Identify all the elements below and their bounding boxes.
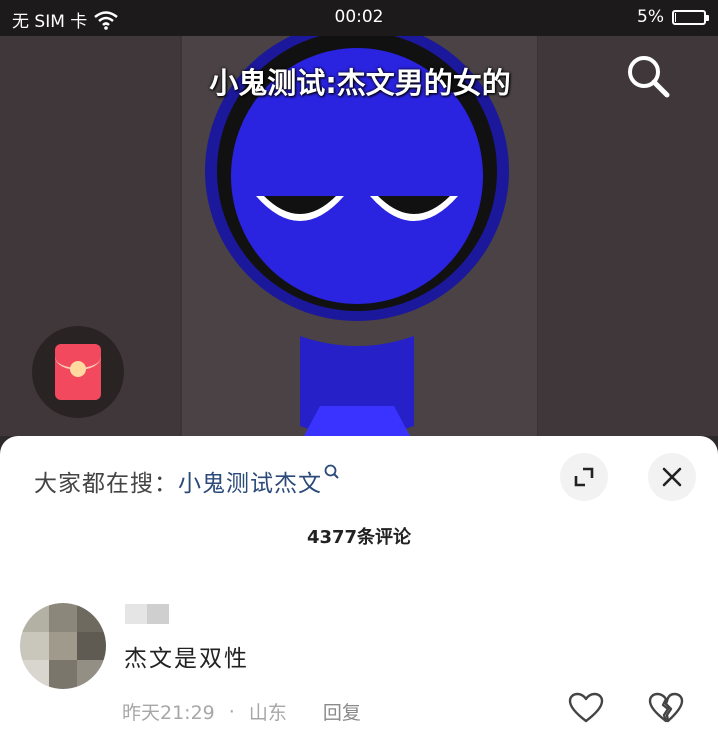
reply-button[interactable]: 回复 — [323, 698, 361, 725]
close-button[interactable] — [648, 453, 696, 501]
expand-icon — [574, 467, 594, 487]
comment-meta: 昨天21:29 · 山东 回复 — [122, 698, 361, 725]
username-blurred[interactable] — [125, 604, 169, 624]
expand-button[interactable] — [560, 453, 608, 501]
red-packet-button[interactable] — [32, 326, 124, 418]
trending-prefix: 大家都在搜： — [34, 471, 178, 497]
status-bar: 无 SIM 卡 00:02 5% — [0, 0, 718, 36]
comment-text: 杰文是双性 — [124, 646, 249, 672]
comment-count: 4377条评论 — [306, 527, 412, 548]
status-right: 5% — [637, 7, 709, 27]
meta-separator: · — [228, 700, 235, 723]
battery-icon — [672, 9, 709, 25]
battery-fill — [675, 12, 676, 22]
red-packet-icon — [55, 344, 101, 400]
battery-percent: 5% — [637, 7, 664, 27]
search-icon[interactable] — [624, 52, 672, 100]
comments-sheet: 大家都在搜：小鬼测试杰文 4377条评论 杰文是双性 昨天21:29 · 山东 … — [0, 436, 718, 750]
trending-term-link[interactable]: 小鬼测试杰文 — [178, 471, 322, 497]
video-player[interactable]: 小鬼测试:杰文男的女的 — [0, 36, 718, 436]
status-time: 00:02 — [334, 7, 384, 27]
search-icon — [324, 464, 339, 479]
broken-heart-icon[interactable] — [648, 692, 684, 724]
video-title-overlay: 小鬼测试:杰文男的女的 — [209, 66, 511, 100]
close-icon — [662, 467, 682, 487]
comment-location: 山东 — [248, 702, 287, 724]
trending-search[interactable]: 大家都在搜：小鬼测试杰文 — [34, 464, 340, 498]
comment-time: 昨天21:29 — [122, 702, 215, 724]
heart-icon[interactable] — [568, 692, 604, 724]
avatar[interactable] — [20, 603, 106, 689]
